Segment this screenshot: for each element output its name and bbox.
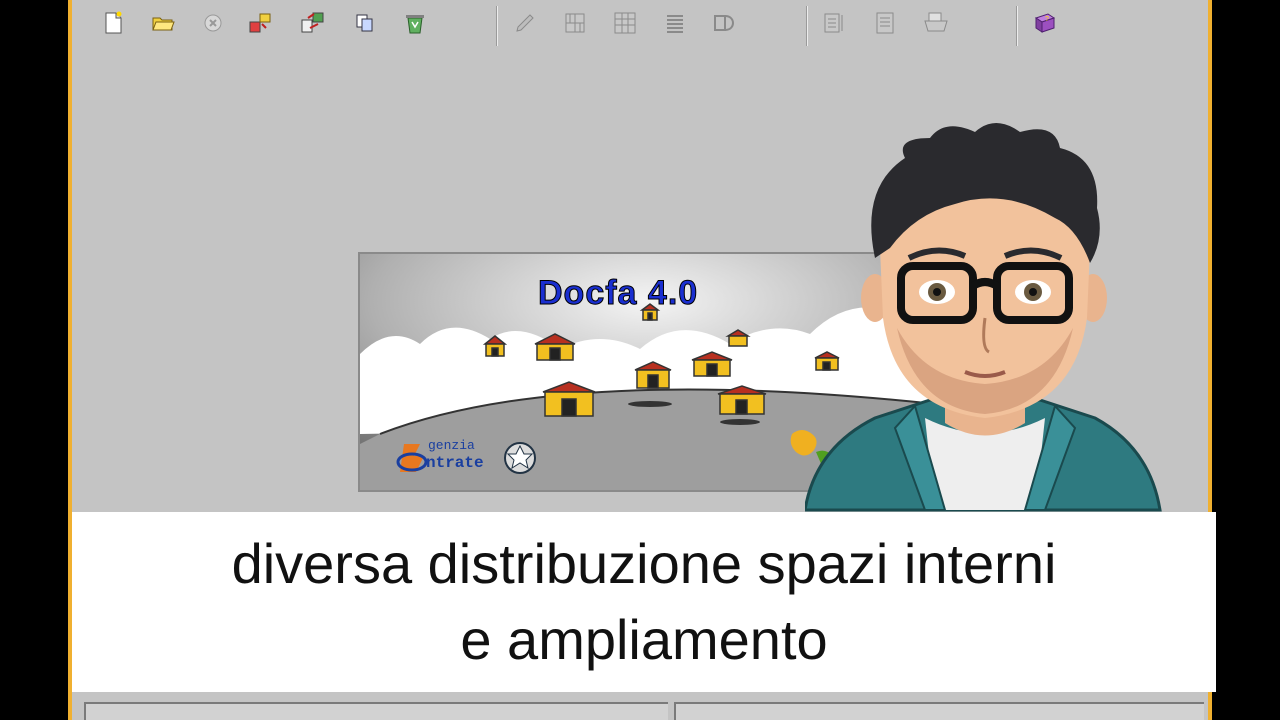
floor-plan-icon[interactable] — [562, 10, 588, 36]
close-icon[interactable] — [200, 10, 226, 36]
toolbar-separator — [806, 6, 808, 46]
document-list-icon[interactable] — [872, 10, 898, 36]
presenter-avatar — [805, 123, 1162, 512]
printer-icon[interactable] — [922, 10, 948, 36]
status-bar — [72, 692, 1208, 720]
status-panel-right — [674, 702, 1204, 720]
grid-icon[interactable] — [612, 10, 638, 36]
toolbar-separator — [496, 6, 498, 46]
caption-line-1: diversa distribuzione spazi interni — [231, 532, 1057, 595]
selection-icon[interactable] — [712, 10, 738, 36]
open-folder-icon[interactable] — [150, 10, 176, 36]
help-book-icon[interactable]: ? — [1032, 10, 1058, 36]
copy-icon[interactable] — [352, 10, 378, 36]
agency-name-line2: ntrate — [426, 454, 484, 472]
toolbar-separator — [1016, 6, 1018, 46]
svg-text:?: ? — [1045, 16, 1049, 23]
recycle-bin-icon[interactable] — [402, 10, 428, 36]
list-icon[interactable] — [662, 10, 688, 36]
caption-line-2: e ampliamento — [460, 608, 828, 671]
agency-name-line1: genzia — [428, 438, 475, 453]
splash-title: Docfa 4.0 — [537, 274, 699, 313]
transfer-icon[interactable] — [300, 10, 326, 36]
toolbar: ? — [72, 0, 1208, 48]
new-document-icon[interactable] — [100, 10, 126, 36]
status-panel-left — [84, 702, 668, 720]
subtitle-caption: diversa distribuzione spazi interni e am… — [72, 512, 1216, 692]
document-edit-icon[interactable] — [822, 10, 848, 36]
import-icon[interactable] — [248, 10, 274, 36]
pen-icon[interactable] — [512, 10, 538, 36]
